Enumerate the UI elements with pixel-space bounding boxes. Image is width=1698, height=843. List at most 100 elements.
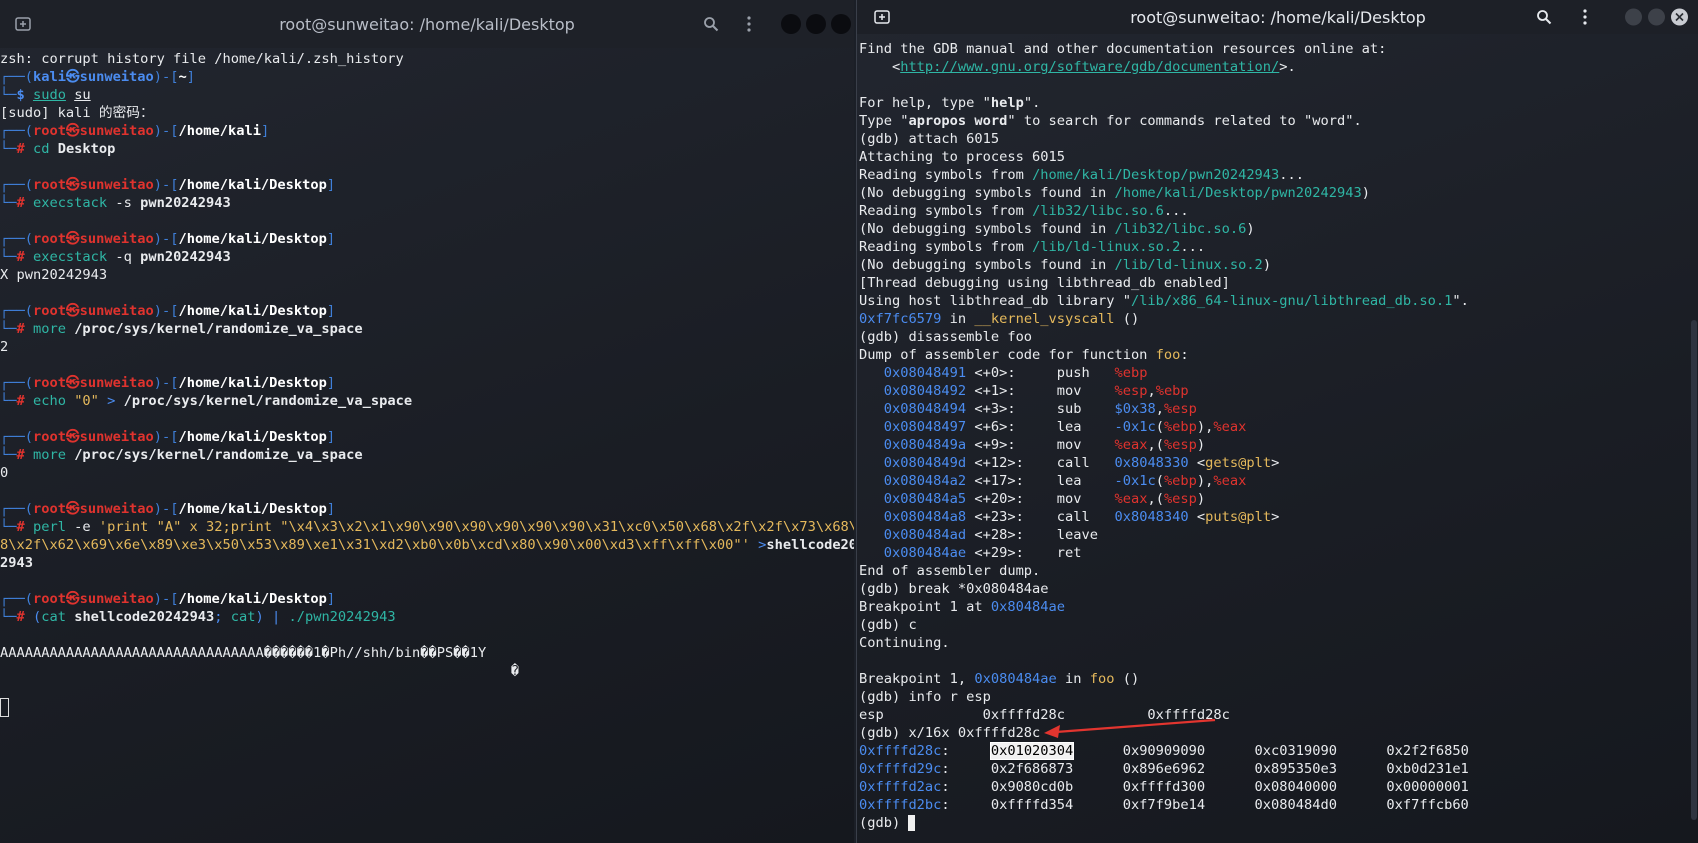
terminal-text: -s <box>107 195 141 211</box>
terminal-text: %ebp <box>1163 419 1197 435</box>
left-terminal-line: X pwn20242943 <box>0 266 854 284</box>
new-tab-icon[interactable] <box>871 7 893 27</box>
close-button[interactable] <box>831 14 851 34</box>
terminal-text: %esp <box>1163 491 1197 507</box>
terminal-text: more <box>32 447 66 463</box>
terminal-text: -q <box>107 249 141 265</box>
right-terminal-line: 0x08048491 <+0>: push %ebp <box>859 364 1698 382</box>
terminal-text: <+17>: lea <box>966 473 1115 489</box>
terminal-text: > <box>749 537 767 553</box>
left-terminal-line: └─# execstack -q pwn20242943 <box>0 248 854 266</box>
maximize-button[interactable] <box>806 14 826 34</box>
terminal-text: %eax <box>1213 473 1247 489</box>
terminal-text: ┌──( <box>0 591 33 607</box>
right-terminal-line: (gdb) disassemble foo <box>859 328 1698 346</box>
right-terminal-window[interactable]: root@sunweitao: /home/kali/Desktop Find … <box>856 0 1698 843</box>
kebab-menu-icon[interactable] <box>1581 6 1589 28</box>
terminal-text: Dump of assembler code for function <box>859 347 1156 363</box>
scrollbar[interactable] <box>1691 320 1697 820</box>
terminal-text: Continuing. <box>859 635 950 651</box>
right-terminal-line: End of assembler dump. <box>859 562 1698 580</box>
terminal-cursor[interactable] <box>908 815 916 831</box>
terminal-text: ; <box>214 609 231 625</box>
terminal-text: /home/kali/Desktop/pwn20242943 <box>1114 185 1362 201</box>
right-terminal-output[interactable]: Find the GDB manual and other documentat… <box>859 40 1698 843</box>
terminal-text: %eax <box>1213 419 1247 435</box>
right-terminal-line: (gdb) attach 6015 <box>859 130 1698 148</box>
terminal-text: ,( <box>1147 437 1164 453</box>
close-button[interactable] <box>1671 8 1688 26</box>
terminal-text: puts@plt <box>1205 509 1272 525</box>
terminal-text: /lib/x86_64-linux-gnu/libthread_db.so.1 <box>1130 293 1453 309</box>
right-terminal-line: (gdb) info r esp <box>859 688 1698 706</box>
terminal-text: ┌──( <box>0 231 33 247</box>
terminal-text: ┌──( <box>0 123 33 139</box>
terminal-text: -0x1c <box>1114 473 1156 489</box>
terminal-text: )-[ <box>153 303 179 319</box>
terminal-text: 0x08048494 <box>883 401 967 417</box>
left-terminal-line: 8\x2f\x62\x69\x6e\x89\xe3\x50\x53\x89\xe… <box>0 536 854 554</box>
terminal-text: 0x080484a8 <box>883 509 967 525</box>
terminal-text: ] <box>326 375 336 391</box>
terminal-text: perl <box>32 519 66 535</box>
terminal-text: root㉿sunweitao <box>32 501 154 517</box>
search-icon[interactable] <box>700 13 722 35</box>
terminal-text: < <box>1188 509 1206 525</box>
terminal-text: , <box>1147 383 1156 399</box>
left-terminal-line <box>0 158 854 176</box>
terminal-text: pwn20242943 <box>140 195 231 211</box>
left-terminal-line <box>0 482 854 500</box>
right-terminal-line: Find the GDB manual and other documentat… <box>859 40 1698 58</box>
minimize-button[interactable] <box>1625 8 1642 26</box>
terminal-text: Desktop <box>57 141 116 157</box>
left-terminal-line: 2943 <box>0 554 854 572</box>
terminal-text: 0x080484ad <box>883 527 967 543</box>
right-terminal-line: [Thread debugging using libthread_db ena… <box>859 274 1698 292</box>
right-terminal-line: Continuing. <box>859 634 1698 652</box>
terminal-text: () <box>1114 311 1140 327</box>
terminal-text: Type " <box>859 113 909 129</box>
terminal-text: /home/kali/Desktop <box>178 501 327 517</box>
right-terminal-line: (No debugging symbols found in /lib32/li… <box>859 220 1698 238</box>
right-terminal-line: 0x080484ad <+28>: leave <box>859 526 1698 544</box>
terminal-text: # <box>16 249 33 265</box>
right-terminal-line: For help, type "help". <box>859 94 1698 112</box>
right-terminal-line: 0x080484a8 <+23>: call 0x8048340 <puts@p… <box>859 508 1698 526</box>
terminal-text: >. <box>1279 59 1296 75</box>
terminal-cursor[interactable] <box>0 698 9 717</box>
terminal-text: ) <box>1361 185 1370 201</box>
terminal-text: 0x080484a5 <box>883 491 967 507</box>
terminal-text: ┌──( <box>0 429 33 445</box>
terminal-text: ] <box>326 231 336 247</box>
terminal-text: Attaching to process 6015 <box>859 149 1066 165</box>
kebab-menu-icon[interactable] <box>745 13 753 35</box>
terminal-text: 0x080484ae <box>974 671 1057 687</box>
new-tab-icon[interactable] <box>12 14 34 34</box>
search-icon[interactable] <box>1533 6 1555 28</box>
left-terminal-output[interactable]: zsh: corrupt history file /home/kali/.zs… <box>0 50 854 843</box>
terminal-text: ( <box>32 609 42 625</box>
left-terminal-line: ┌──(root㉿sunweitao)-[/home/kali/Desktop] <box>0 590 854 608</box>
terminal-text: # <box>16 447 33 463</box>
left-terminal-line: └─# execstack -s pwn20242943 <box>0 194 854 212</box>
terminal-text: /home/kali/Desktop <box>178 177 327 193</box>
terminal-text: ... <box>1163 203 1189 219</box>
terminal-text: ) | <box>255 609 289 625</box>
left-terminal-window[interactable]: root@sunweitao: /home/kali/Desktop zsh: … <box>0 0 854 843</box>
terminal-text: root㉿sunweitao <box>32 303 154 319</box>
left-terminal-line <box>0 698 854 717</box>
right-terminal-line: 0x0804849a <+9>: mov %eax,(%esp) <box>859 436 1698 454</box>
terminal-text: 0x80484ae <box>990 599 1066 615</box>
terminal-text: , <box>1155 401 1164 417</box>
terminal-text: /home/kali/Desktop <box>178 303 327 319</box>
right-terminal-line: Dump of assembler code for function foo: <box>859 346 1698 364</box>
terminal-text: ┌──( <box>0 177 33 193</box>
terminal-text: foo <box>1155 347 1181 363</box>
minimize-button[interactable] <box>781 14 801 34</box>
right-terminal-line <box>859 76 1698 94</box>
terminal-text: (No debugging symbols found in <box>859 221 1115 237</box>
maximize-button[interactable] <box>1648 8 1665 26</box>
terminal-text: └─ <box>0 195 17 211</box>
